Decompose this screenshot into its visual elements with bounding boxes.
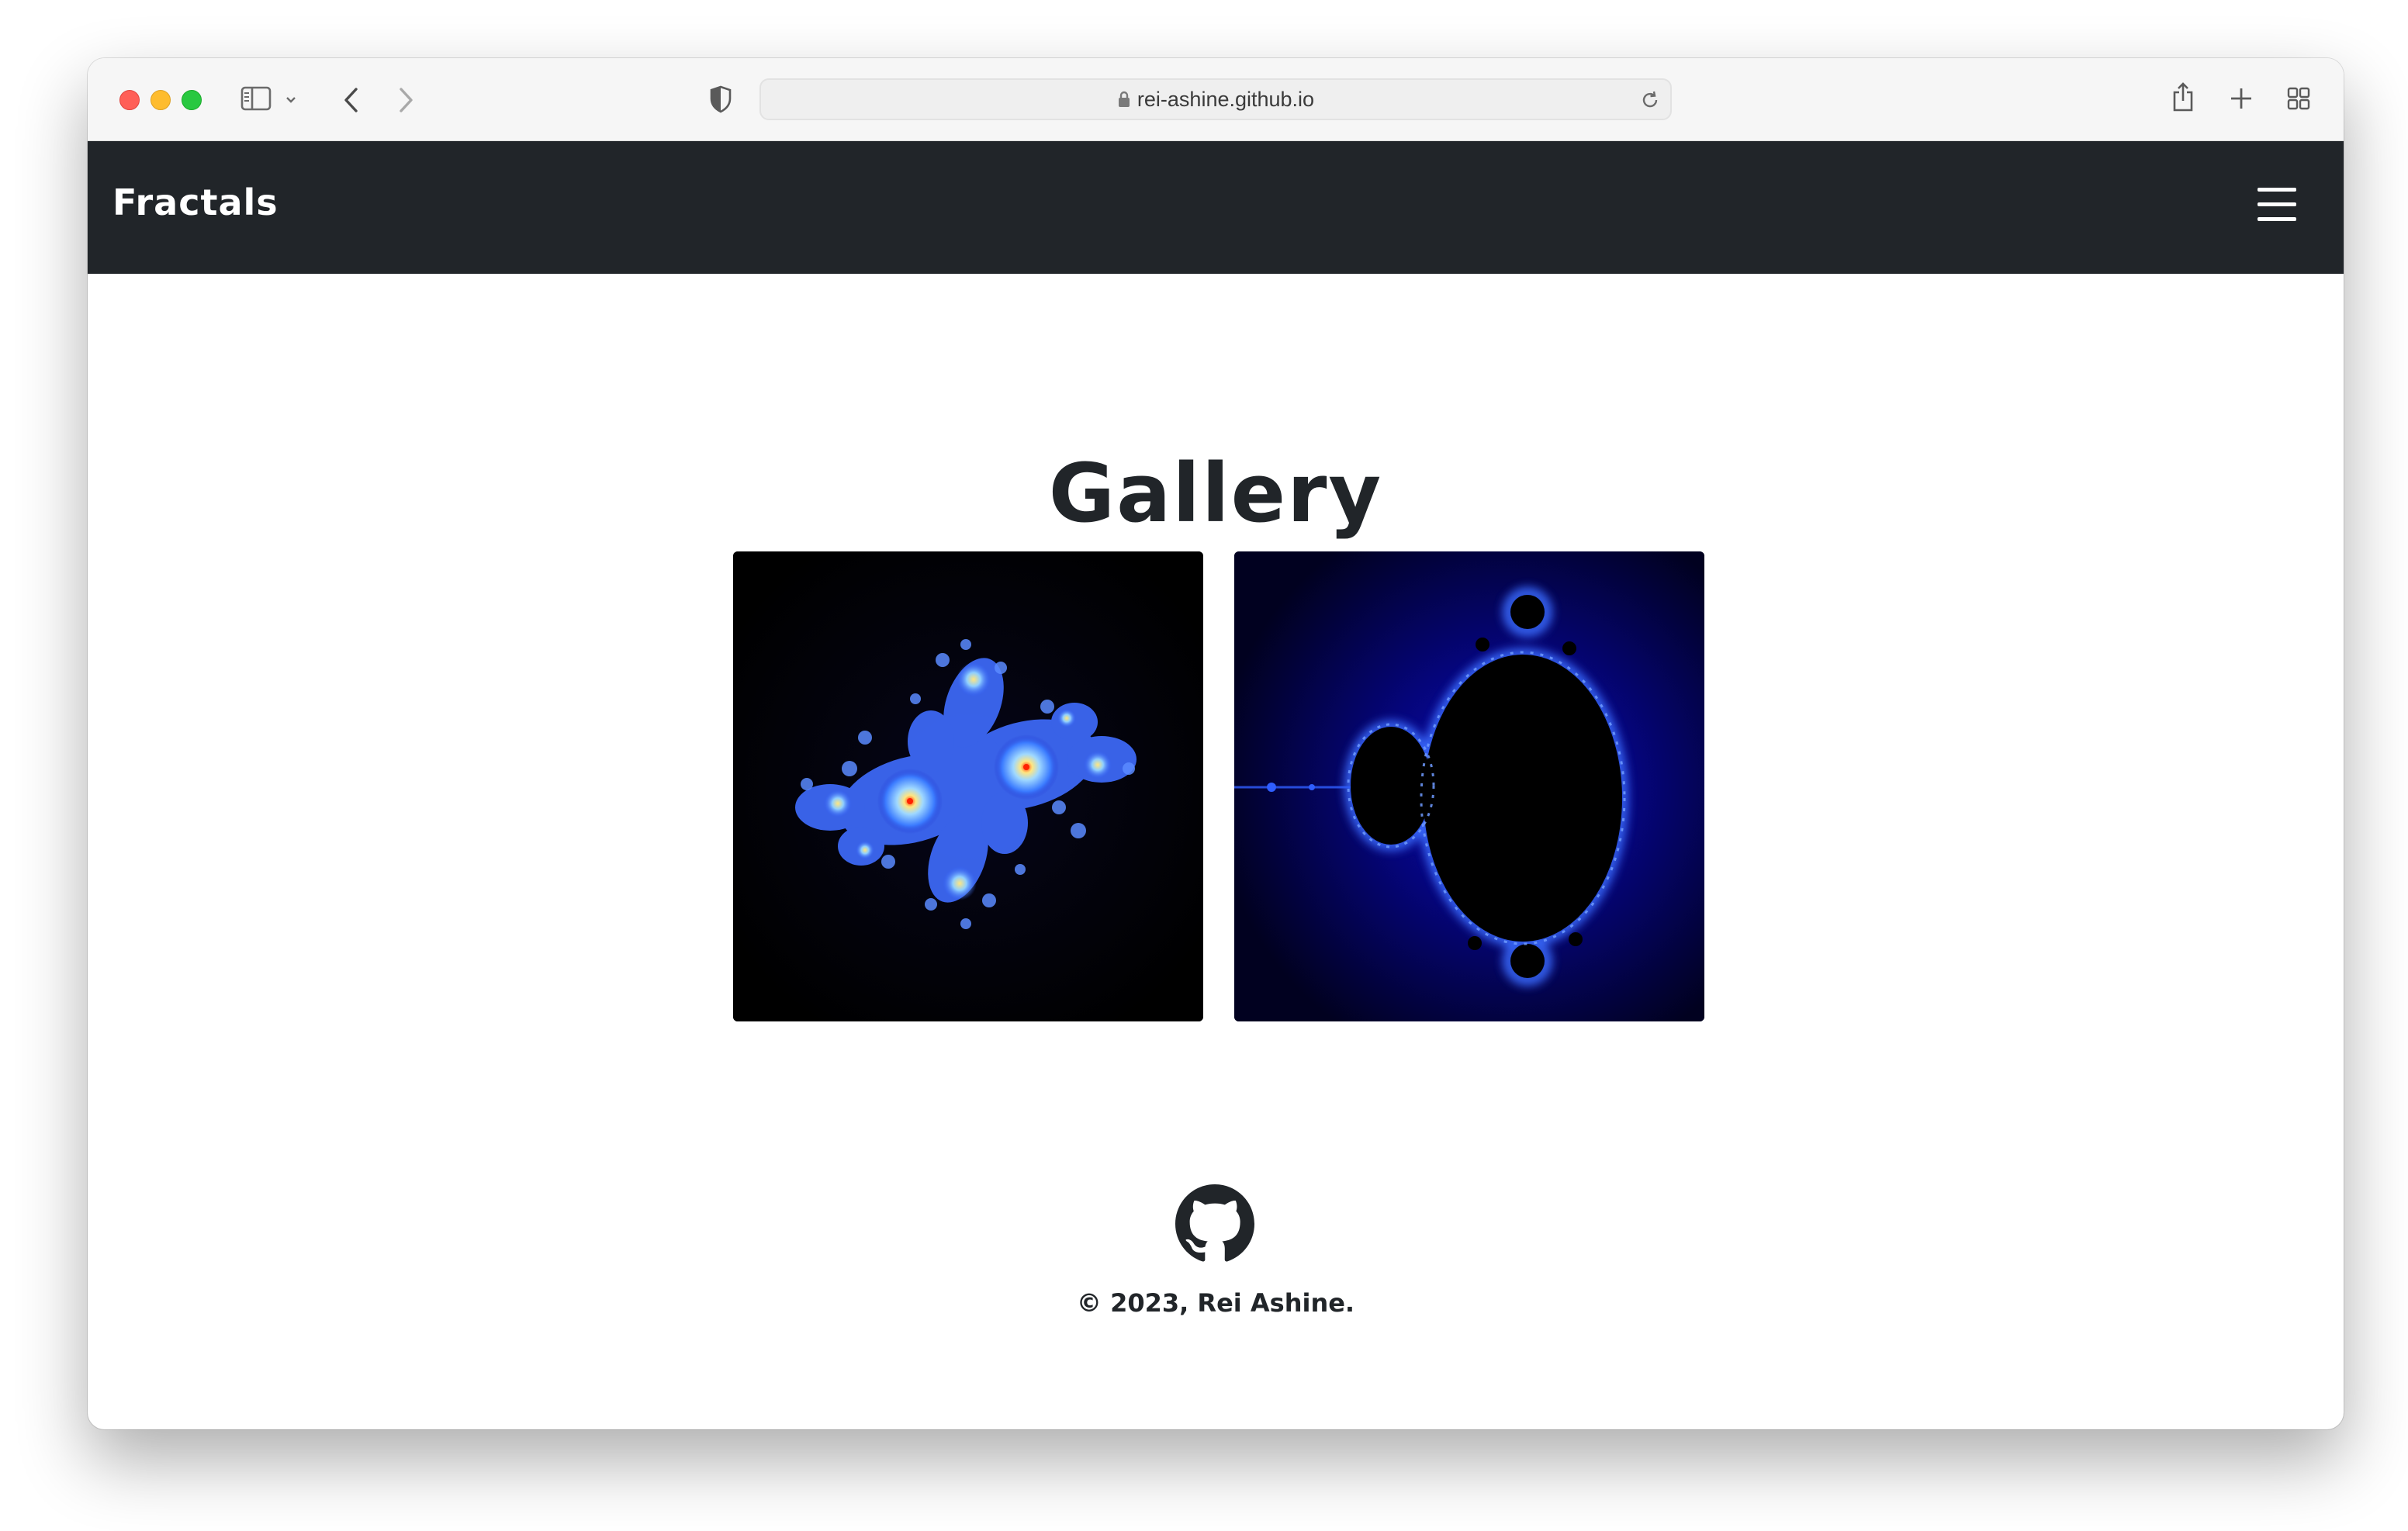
reload-icon[interactable]: [1639, 89, 1661, 111]
github-icon[interactable]: [1175, 1184, 1254, 1263]
back-arrow-icon[interactable]: [337, 85, 365, 116]
tab-overview-icon[interactable]: [2285, 85, 2313, 112]
chevron-down-icon[interactable]: [283, 92, 299, 108]
lock-icon: [1117, 90, 1131, 109]
close-window-button[interactable]: [119, 90, 140, 110]
browser-window: rei-ashine.github.io Fractals Gallery © …: [88, 58, 2344, 1429]
share-icon[interactable]: [2170, 80, 2196, 114]
page-title: Gallery: [1048, 446, 1383, 541]
brand-link[interactable]: Fractals: [112, 181, 279, 223]
site-navbar: Fractals: [88, 141, 2344, 274]
mandelbrot-set-image[interactable]: [1234, 551, 1704, 1021]
hamburger-menu-icon[interactable]: [2258, 188, 2296, 222]
minimize-window-button[interactable]: [150, 90, 171, 110]
zoom-window-button[interactable]: [182, 90, 202, 110]
forward-arrow-icon[interactable]: [392, 85, 420, 116]
sidebar-icon[interactable]: [240, 85, 272, 112]
privacy-shield-icon[interactable]: [707, 83, 735, 116]
url-text: rei-ashine.github.io: [1137, 87, 1315, 111]
new-tab-icon[interactable]: [2227, 85, 2255, 112]
julia-set-image[interactable]: [733, 551, 1203, 1021]
copyright-text: © 2023, Rei Ashine.: [1076, 1288, 1355, 1318]
address-bar[interactable]: rei-ashine.github.io: [759, 78, 1672, 120]
browser-toolbar: rei-ashine.github.io: [88, 58, 2344, 142]
